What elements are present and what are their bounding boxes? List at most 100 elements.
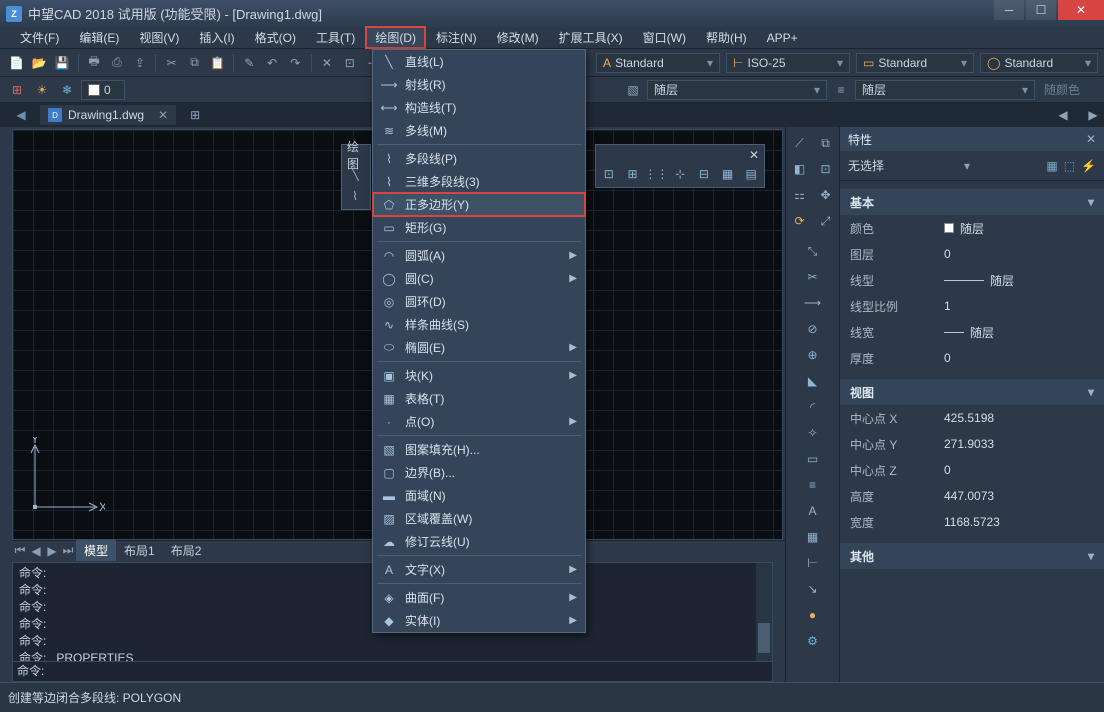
prop-row[interactable]: 图层0	[840, 241, 1104, 267]
move-tool-icon[interactable]: ✥	[814, 183, 838, 207]
menu-工具[interactable]: 工具(T)	[306, 26, 365, 49]
mtab-prev-icon[interactable]: ◀	[28, 543, 44, 559]
style-combo-0[interactable]: AStandard▾	[596, 53, 720, 73]
cmd-scrollbar[interactable]	[756, 563, 772, 661]
menu-item-spline[interactable]: ∿样条曲线(S)	[373, 313, 585, 336]
menu-修改[interactable]: 修改(M)	[487, 26, 549, 49]
style-combo-3[interactable]: ◯Standard▾	[980, 53, 1098, 73]
prop-row[interactable]: 中心点 Z0	[840, 457, 1104, 483]
prop-row[interactable]: 中心点 X425.5198	[840, 405, 1104, 431]
tabstrip-right-icon[interactable]: ▶	[1082, 104, 1104, 126]
join-tool-icon[interactable]: ⊕	[801, 343, 825, 367]
menu-item-rect[interactable]: ▭矩形(G)	[373, 216, 585, 239]
menu-item-boundary[interactable]: ▢边界(B)...	[373, 461, 585, 484]
menu-格式[interactable]: 格式(O)	[245, 26, 306, 49]
toggle-pim-icon[interactable]: ⚡	[1081, 159, 1096, 173]
f-ico-2[interactable]: ⊞	[622, 163, 644, 185]
paste-icon[interactable]: 📋	[207, 52, 228, 74]
explode-tool-icon[interactable]: ✧	[801, 421, 825, 445]
mtab-last-icon[interactable]: ⏭	[60, 543, 76, 559]
erase-icon[interactable]: ✕	[317, 52, 338, 74]
layer-manager-icon[interactable]: ⊞	[6, 79, 28, 101]
pline-float-icon[interactable]: ⌇	[344, 185, 366, 207]
prop-row[interactable]: 厚度0	[840, 345, 1104, 371]
open-icon[interactable]: 📂	[29, 52, 50, 74]
style-combo-1[interactable]: ⊢ISO-25▾	[726, 53, 850, 73]
array-tool-icon[interactable]: ⚏	[788, 183, 812, 207]
print-icon[interactable]: 🖶	[84, 52, 105, 74]
menu-视图[interactable]: 视图(V)	[129, 26, 189, 49]
props-tool-icon[interactable]: ⚙	[801, 629, 825, 653]
quick-select-icon[interactable]: ▦	[1046, 159, 1057, 173]
properties-close-icon[interactable]: ✕	[1086, 132, 1096, 146]
menu-item-mline[interactable]: ≋多线(M)	[373, 119, 585, 142]
lineweight-combo[interactable]: 随层▾	[855, 80, 1035, 100]
linetype-combo[interactable]: 随层▾	[647, 80, 827, 100]
rotate-tool-icon[interactable]: ⟳	[788, 209, 812, 233]
color-tool-icon[interactable]: ▧	[622, 79, 644, 101]
model-tab-0[interactable]: 模型	[76, 540, 116, 561]
mtab-next-icon[interactable]: ▶	[44, 543, 60, 559]
text-tool-icon[interactable]: A	[801, 499, 825, 523]
menu-item-xline[interactable]: ⟷构造线(T)	[373, 96, 585, 119]
new-tab-icon[interactable]: ⊞	[184, 104, 206, 126]
f-ico-7[interactable]: ▤	[740, 163, 762, 185]
tabstrip-home-icon[interactable]: ◀	[10, 104, 32, 126]
maximize-button[interactable]: ☐	[1026, 0, 1056, 20]
f-ico-6[interactable]: ▦	[717, 163, 739, 185]
f-ico-1[interactable]: ⊡	[598, 163, 620, 185]
menu-item-pline[interactable]: ⌇多段线(P)	[373, 147, 585, 170]
menu-文件[interactable]: 文件(F)	[10, 26, 69, 49]
menu-item-polygon[interactable]: ⬠正多边形(Y)	[373, 193, 585, 216]
prop-row[interactable]: 线型随层	[840, 267, 1104, 293]
props-section-基本[interactable]: 基本▾	[840, 189, 1104, 215]
f-ico-3[interactable]: ⋮⋮	[645, 163, 667, 185]
props-section-视图[interactable]: 视图▾	[840, 379, 1104, 405]
prop-row[interactable]: 线型比例1	[840, 293, 1104, 319]
style-combo-2[interactable]: ▭Standard▾	[856, 53, 974, 73]
menu-窗口[interactable]: 窗口(W)	[633, 26, 696, 49]
extend-tool-icon[interactable]: ⟶	[801, 291, 825, 315]
menu-item-block[interactable]: ▣块(K)▶	[373, 364, 585, 387]
menu-标注[interactable]: 标注(N)	[426, 26, 487, 49]
chamfer-tool-icon[interactable]: ◣	[801, 369, 825, 393]
props-section-其他[interactable]: 其他▾	[840, 543, 1104, 569]
menu-APP+[interactable]: APP+	[757, 28, 808, 48]
copy-tool-icon[interactable]: ⧉	[814, 131, 838, 155]
copy-icon[interactable]: ⧉	[184, 52, 205, 74]
select-objects-icon[interactable]: ⬚	[1064, 159, 1075, 173]
menu-item-point[interactable]: ·点(O)▶	[373, 410, 585, 433]
menu-item-table[interactable]: ▦表格(T)	[373, 387, 585, 410]
menu-item-solid[interactable]: ◆实体(I)▶	[373, 609, 585, 632]
menu-插入[interactable]: 插入(I)	[189, 26, 244, 49]
layer-states-icon[interactable]: ☀	[31, 79, 53, 101]
menu-item-wipeout[interactable]: ▨区域覆盖(W)	[373, 507, 585, 530]
minimize-button[interactable]: ─	[994, 0, 1024, 20]
modify-toolbar-float[interactable]: ✕ ⊡ ⊞ ⋮⋮ ⊹ ⊟ ▦ ▤	[595, 144, 765, 188]
menu-item-hatch[interactable]: ▧图案填充(H)...	[373, 438, 585, 461]
close-button[interactable]: ✕	[1058, 0, 1104, 20]
lt-tool-icon[interactable]: ≡	[830, 79, 852, 101]
float-close-icon[interactable]: ✕	[749, 148, 759, 162]
fillet-tool-icon[interactable]: ◜	[801, 395, 825, 419]
menu-item-3dpoly[interactable]: ⌇三维多段线(3)	[373, 170, 585, 193]
draw-toolbar-float[interactable]: 绘图 ╲ ⌇	[341, 144, 371, 210]
dim-tool-icon[interactable]: ⊢	[801, 551, 825, 575]
menu-item-circle[interactable]: ◯圆(C)▶	[373, 267, 585, 290]
trim-tool-icon[interactable]: ✂	[801, 265, 825, 289]
cut-icon[interactable]: ✂	[161, 52, 182, 74]
menu-编辑[interactable]: 编辑(E)	[69, 26, 129, 49]
prop-row[interactable]: 颜色随层	[840, 215, 1104, 241]
erase-tool-icon[interactable]: ⟋	[788, 131, 812, 155]
publish-icon[interactable]: ⇪	[129, 52, 150, 74]
scale-tool-icon[interactable]: ⤢	[814, 209, 838, 233]
preview-icon[interactable]: ⎙	[107, 52, 128, 74]
document-tab[interactable]: D Drawing1.dwg ✕	[40, 105, 176, 125]
f-ico-5[interactable]: ⊟	[693, 163, 715, 185]
selection-combo[interactable]: 无选择 ▾ ▦ ⬚ ⚡	[840, 151, 1104, 181]
offset-icon[interactable]: ⊡	[339, 52, 360, 74]
prop-row[interactable]: 宽度1168.5723	[840, 509, 1104, 535]
menu-item-surf[interactable]: ◈曲面(F)▶	[373, 586, 585, 609]
menu-帮助[interactable]: 帮助(H)	[696, 26, 757, 49]
menu-item-region[interactable]: ▬面域(N)	[373, 484, 585, 507]
